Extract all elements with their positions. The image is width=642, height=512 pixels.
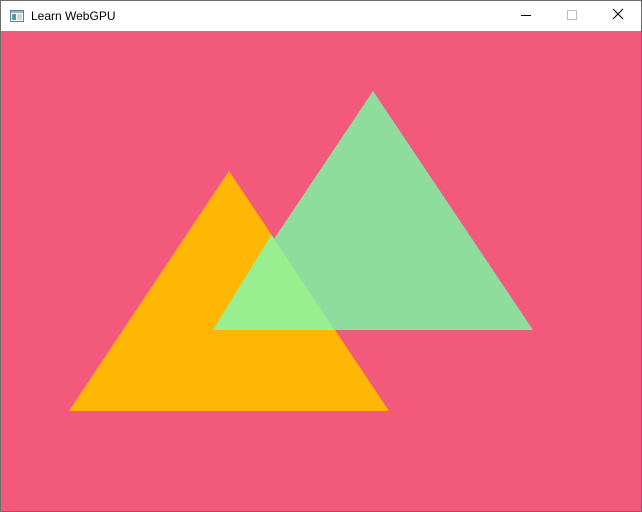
maximize-icon (567, 7, 577, 25)
render-surface (1, 31, 641, 511)
maximize-button[interactable] (549, 1, 595, 31)
minimize-button[interactable] (503, 1, 549, 31)
close-button[interactable] (595, 1, 641, 31)
close-icon (612, 7, 624, 25)
window-title: Learn WebGPU (31, 9, 116, 23)
window-app-icon[interactable] (9, 8, 25, 24)
render-canvas[interactable] (1, 31, 641, 511)
app-window: Learn WebGPU (0, 0, 642, 512)
minimize-icon (521, 7, 531, 25)
title-bar[interactable]: Learn WebGPU (1, 1, 641, 31)
